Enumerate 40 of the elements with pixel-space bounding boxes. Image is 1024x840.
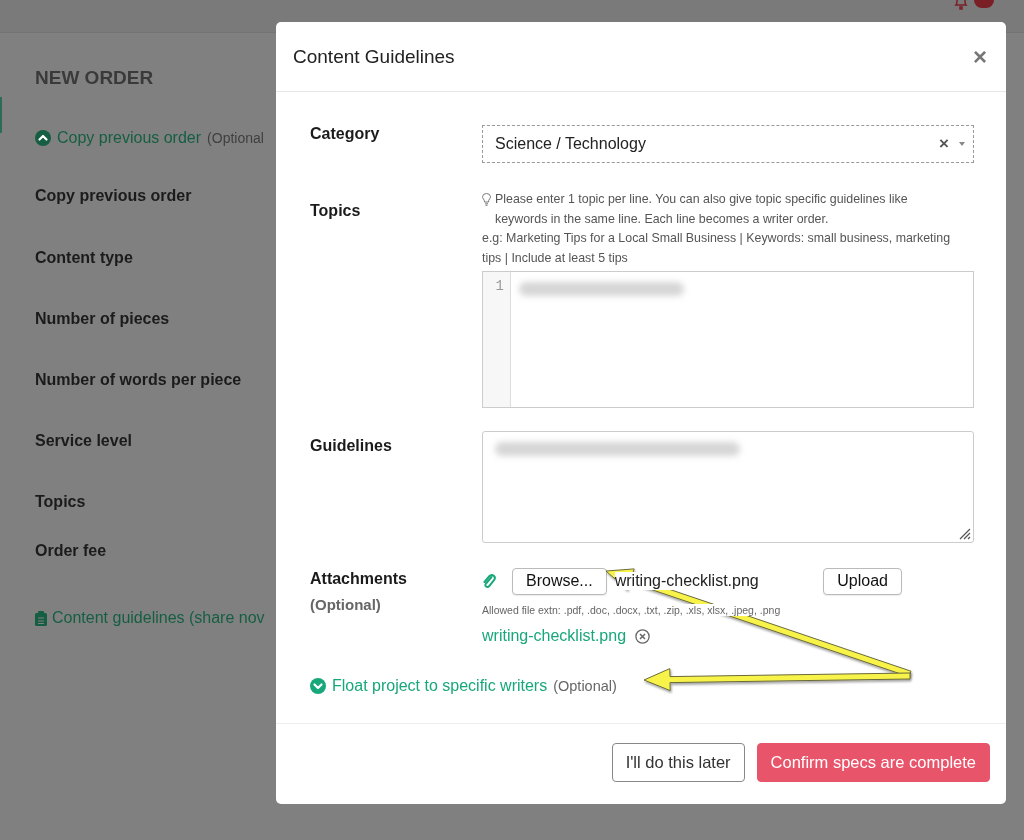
clear-button[interactable]: × xyxy=(939,134,949,154)
field-label: Guidelines xyxy=(310,437,393,456)
optional-note: (Optional) xyxy=(553,678,617,694)
hint-text: Please enter 1 topic per line. You can also give topic specific guidelines like keywords in the same line. Each line becomes a writer order. xyxy=(495,191,909,228)
field-label: Number of pieces xyxy=(35,310,170,329)
browse-button[interactable]: Browse... xyxy=(512,567,607,595)
modal-title: Content Guidelines xyxy=(293,45,455,68)
optional-note: (Optional xyxy=(207,130,264,146)
field-label: Topics xyxy=(35,493,86,512)
field-label: Attachments xyxy=(310,570,408,588)
upload-button[interactable]: Upload xyxy=(823,567,902,595)
page-heading: NEW ORDER xyxy=(35,67,155,89)
guidelines-textarea[interactable] xyxy=(482,431,974,543)
category-select[interactable]: Science / Technology × xyxy=(482,125,974,163)
field-label: Order fee xyxy=(35,542,107,561)
section-toggle-link[interactable]: Float project to specific writers xyxy=(332,677,548,695)
optional-note: (Optional) xyxy=(310,596,382,613)
field-label: Category xyxy=(310,125,381,144)
clipboard-icon xyxy=(35,610,47,626)
topics-editor[interactable]: 1 xyxy=(482,271,974,408)
hint-text: e.g: Marketing Tips for a Local Small Business | Keywords: small business, marketing tips | Include at least 5 tips xyxy=(482,230,952,267)
confirm-button[interactable]: Confirm specs are complete xyxy=(756,743,990,782)
bell-icon[interactable] xyxy=(953,0,969,10)
later-button[interactable]: I'll do this later xyxy=(611,743,745,782)
field-label: Content type xyxy=(35,249,133,268)
allowed-extensions-hint: Allowed file extn: .pdf, .doc, .docx, .txt, .zip, .xls, xlsx, .jpeg, .png xyxy=(482,604,781,616)
paperclip-icon xyxy=(482,573,496,589)
caret-icon xyxy=(959,142,965,146)
active-indicator xyxy=(0,97,2,133)
field-label: Service level xyxy=(35,432,132,451)
line-number: 1 xyxy=(494,278,504,294)
selected-file-name: writing-checklist.png xyxy=(614,572,759,590)
remove-icon[interactable] xyxy=(635,628,651,644)
field-label: Copy previous order xyxy=(35,187,192,206)
resize-grip-icon xyxy=(957,526,971,540)
lightbulb-icon xyxy=(482,193,491,206)
field-label: Number of words per piece xyxy=(35,371,242,390)
field-label: Topics xyxy=(310,202,362,221)
attached-file-link[interactable]: writing-checklist.png xyxy=(482,627,627,645)
close-button[interactable]: × xyxy=(971,44,989,69)
